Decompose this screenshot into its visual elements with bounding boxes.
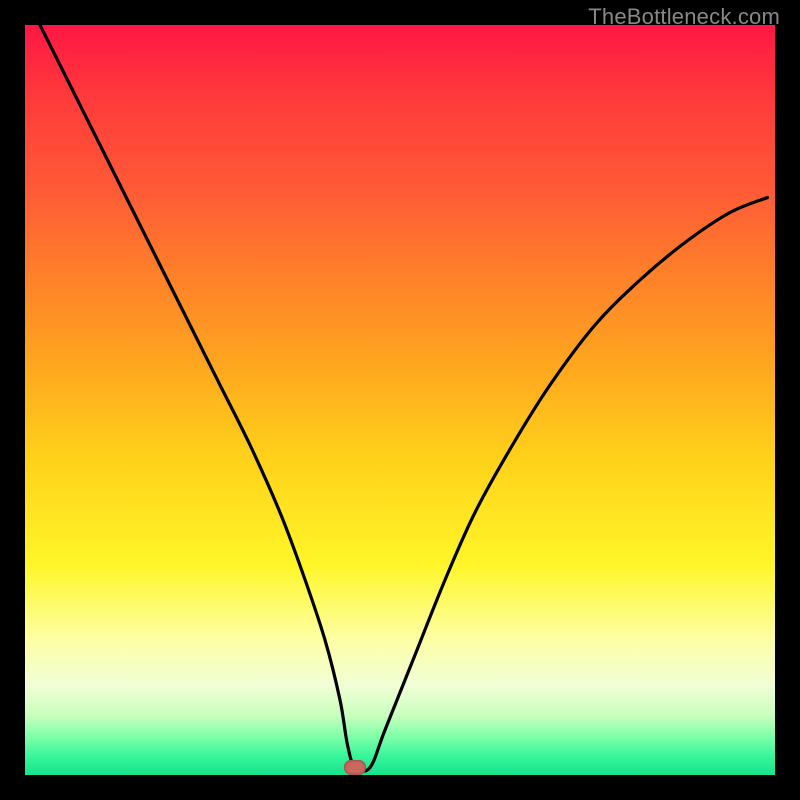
chart-container: TheBottleneck.com: [0, 0, 800, 800]
bottleneck-curve-path: [40, 25, 768, 771]
minimum-marker: [344, 760, 366, 775]
plot-area: [25, 25, 775, 775]
curve-svg: [25, 25, 775, 775]
